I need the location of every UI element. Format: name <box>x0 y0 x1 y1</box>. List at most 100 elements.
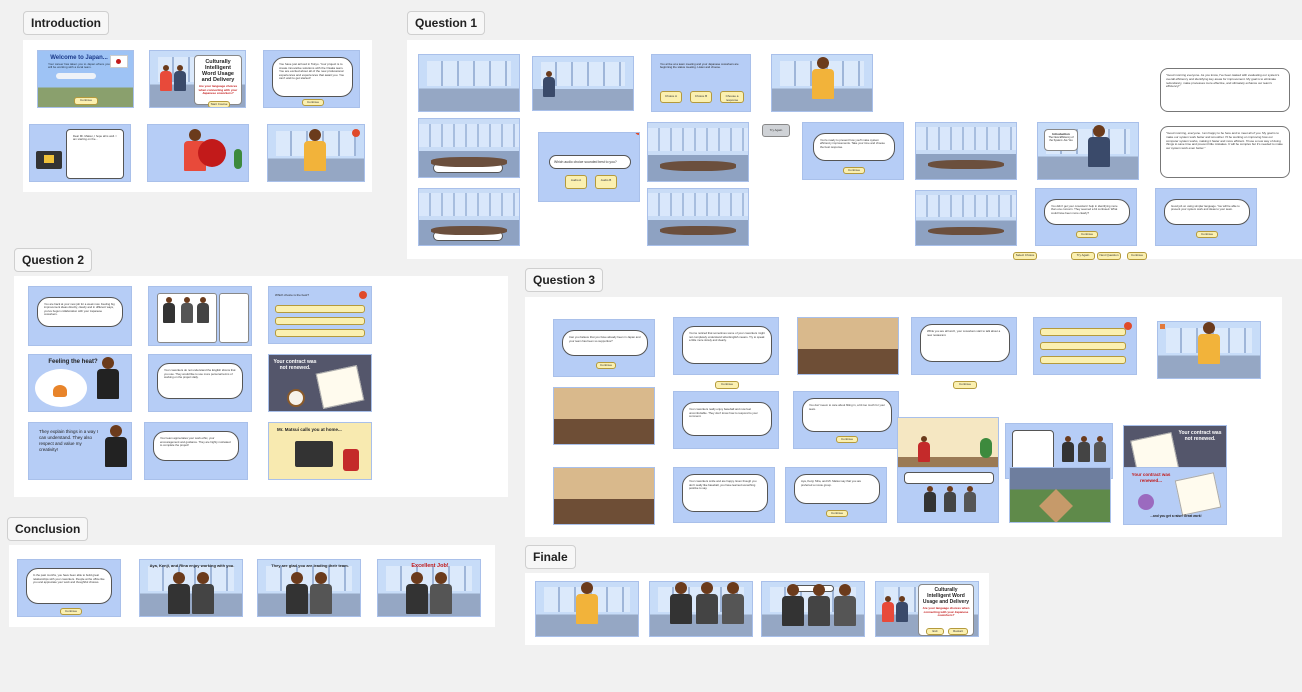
q1-slide-intro-board[interactable]: Introduction The New Efficiency of the S… <box>1037 122 1139 180</box>
slide-email[interactable]: Dear Mr. Matsui, I hope all is well. I a… <box>29 124 131 182</box>
concl-slide-text[interactable]: In the past months, you have been able t… <box>17 559 121 617</box>
slide-course-title[interactable]: Culturally Intelligent Word Usage and De… <box>149 50 246 108</box>
q2-slide-video-call[interactable] <box>148 286 252 346</box>
q3-slide-2[interactable]: You've noticed that sometimes some of yo… <box>673 317 779 375</box>
q1-slide-meeting-e[interactable] <box>647 188 749 246</box>
concl-slide-glad[interactable]: They are glad you are leading their team… <box>257 559 361 617</box>
q1-slide-meeting-c[interactable] <box>915 122 1017 180</box>
q1-feedback-continue-button[interactable]: Continue <box>1076 231 1098 238</box>
q3-continue-chip[interactable]: Continue <box>715 381 739 389</box>
q2-slide-feeling-heat[interactable]: Feeling the heat? <box>28 354 132 412</box>
q2-option-3[interactable] <box>275 329 365 337</box>
q1-slide-woman[interactable] <box>771 54 873 112</box>
finale-slide-title[interactable]: Culturally Intelligent Word Usage and De… <box>875 581 979 637</box>
plant-icon <box>980 438 992 458</box>
q1-slide-2[interactable] <box>532 56 634 111</box>
q1-next-question-chip[interactable]: Next Question <box>1097 252 1121 260</box>
q3-continue-button-15[interactable]: Continue <box>826 510 848 517</box>
q2-option-2[interactable] <box>275 317 365 325</box>
q2-contract-title: Your contract was not renewed. <box>273 359 317 371</box>
q3-slide-9[interactable]: You don't seem to care about fitting in,… <box>793 391 899 449</box>
intro-continue-button[interactable]: Continue <box>302 99 324 106</box>
q2-slide-team-appreciates[interactable]: Your team appreciates your work ethic, y… <box>144 422 248 480</box>
q3-slide-13[interactable] <box>553 467 655 525</box>
q3-option-3[interactable] <box>1040 356 1126 364</box>
q3-text-1: Can you believe that you have already be… <box>569 335 641 343</box>
q1-option-a[interactable]: Choice A <box>660 91 682 103</box>
q1-intro-sub: The New Efficiency of the System: Are Yo… <box>1048 136 1074 142</box>
q2-slide-contract-not-renewed[interactable]: Your contract was not renewed. <box>268 354 372 412</box>
start-course-button[interactable]: Start Course <box>208 101 230 107</box>
slide-intro-text[interactable]: You have just arrived in Tokyo. Your pro… <box>263 50 360 108</box>
q1-prompt-bubble: Which audio choice sounded best to you? <box>549 155 631 169</box>
finale-panel: Culturally Intelligent Word Usage and De… <box>525 573 989 645</box>
q2-slide-matsui-calls[interactable]: Mr. Matsui calls you at home... <box>268 422 372 480</box>
q1-audio-b-button[interactable]: Audio B <box>595 175 617 189</box>
concl-slide-excellent[interactable]: Excellent Job! <box>377 559 481 617</box>
section-label-question-3[interactable]: Question 3 <box>525 268 604 292</box>
q1-option-b[interactable]: Choice B <box>690 91 712 103</box>
q1-slide-final[interactable]: Good job on using simpler language. You … <box>1155 188 1257 246</box>
q1-slide-meeting-f[interactable] <box>915 190 1017 246</box>
welcome-continue-button[interactable]: Continue <box>74 97 98 105</box>
slide-woman-presenting[interactable] <box>147 124 249 182</box>
finale-slide-1[interactable] <box>535 581 639 637</box>
q3-slide-3[interactable] <box>797 317 899 375</box>
section-label-question-1[interactable]: Question 1 <box>407 11 486 35</box>
q1-continue-chip[interactable]: Continue <box>1127 252 1147 260</box>
section-label-finale[interactable]: Finale <box>525 545 576 569</box>
coworker-character <box>406 572 428 616</box>
q1-feedback-text: You didn't get your coworkers' help in i… <box>1051 204 1118 215</box>
q1-slide-audio-question[interactable]: Which audio choice sounded best to you? … <box>538 132 640 202</box>
q3-slide-8[interactable]: Your coworkers really enjoy baseball and… <box>673 391 779 449</box>
finale-slide-2[interactable] <box>649 581 753 637</box>
q3-slide-1[interactable]: Can you believe that you have already be… <box>553 319 655 377</box>
q1-slide-meeting-a[interactable] <box>418 118 520 178</box>
q2-slide-choices[interactable]: Which choice is the best? <box>268 286 372 344</box>
q3-slide-15[interactable]: Aya, Kenji, Mira, and Mr. Matsui say tha… <box>785 467 887 523</box>
slide-welcome[interactable]: Welcome to Japan... Your career has take… <box>37 50 134 108</box>
q1-final-continue-button[interactable]: Continue <box>1196 231 1218 238</box>
q2-slide-intro[interactable]: You are back at your new job for a week … <box>28 286 132 346</box>
slide-woman-waving[interactable] <box>267 124 365 182</box>
woman-character <box>576 582 598 636</box>
q1-select-choice-chip[interactable]: Select Choice <box>1013 252 1037 260</box>
q3-slide-7[interactable] <box>553 387 655 445</box>
q3-option-1[interactable] <box>1040 328 1126 336</box>
q1-present-continue-button[interactable]: Continue <box>843 167 865 174</box>
section-label-introduction[interactable]: Introduction <box>23 11 109 35</box>
q3-slide-4[interactable]: While you are all lunch, your coworkers … <box>911 317 1017 375</box>
q3-continue-button-9[interactable]: Continue <box>836 436 858 443</box>
q1-slide-choices[interactable]: You arrive at a team meeting and your Ja… <box>651 54 751 112</box>
q3-slide-baseball[interactable] <box>1009 467 1111 523</box>
q1-slide-meeting-b[interactable] <box>647 122 749 182</box>
finale-restart-button[interactable]: Restart <box>948 628 968 635</box>
q1-slide-meeting-d[interactable] <box>418 188 520 246</box>
q2-slide-idioms[interactable]: Your coworkers do not understand the Eng… <box>148 354 252 412</box>
q3-continue-button-1[interactable]: Continue <box>596 362 616 369</box>
q3-slide-5[interactable] <box>1033 317 1137 375</box>
concl-slide-enjoy[interactable]: Aya, Kenji, and Rina enjoy working with … <box>139 559 243 617</box>
flower-pot-icon <box>1138 494 1154 510</box>
q1-try-again-chip-2[interactable]: Try Again <box>1071 252 1095 260</box>
q3-slide-contract-renewed[interactable]: Your contract was renewed... ...and you … <box>1123 467 1227 525</box>
q3-option-2[interactable] <box>1040 342 1126 350</box>
q1-slide-1[interactable] <box>418 54 520 112</box>
concl-continue-button[interactable]: Continue <box>60 608 82 615</box>
q1-try-again-chip[interactable]: Try Again <box>762 124 790 137</box>
q3-slide-6[interactable] <box>1157 321 1261 379</box>
q1-slide-feedback[interactable]: You didn't get your coworkers' help in i… <box>1035 188 1137 246</box>
section-label-question-2[interactable]: Question 2 <box>14 248 93 272</box>
q1-slide-present[interactable]: You're ready to present how you'll make … <box>802 122 904 180</box>
q3-slide-16[interactable] <box>897 467 999 523</box>
q2-slide-explain[interactable]: They explain things in a way I can under… <box>28 422 132 480</box>
q1-audio-a-button[interactable]: Audio A <box>565 175 587 189</box>
q2-option-1[interactable] <box>275 305 365 313</box>
finale-slide-3[interactable] <box>761 581 865 637</box>
section-label-conclusion[interactable]: Conclusion <box>7 517 89 541</box>
q2-explain-text: They explain things in a way I can under… <box>39 429 99 452</box>
q3-slide-14[interactable]: Your coworkers smile and are happy. Even… <box>673 467 775 523</box>
q1-choose-response[interactable]: Choose a response <box>720 91 744 103</box>
finale-exit-button[interactable]: Exit <box>926 628 944 635</box>
q3-continue-chip-2[interactable]: Continue <box>953 381 977 389</box>
